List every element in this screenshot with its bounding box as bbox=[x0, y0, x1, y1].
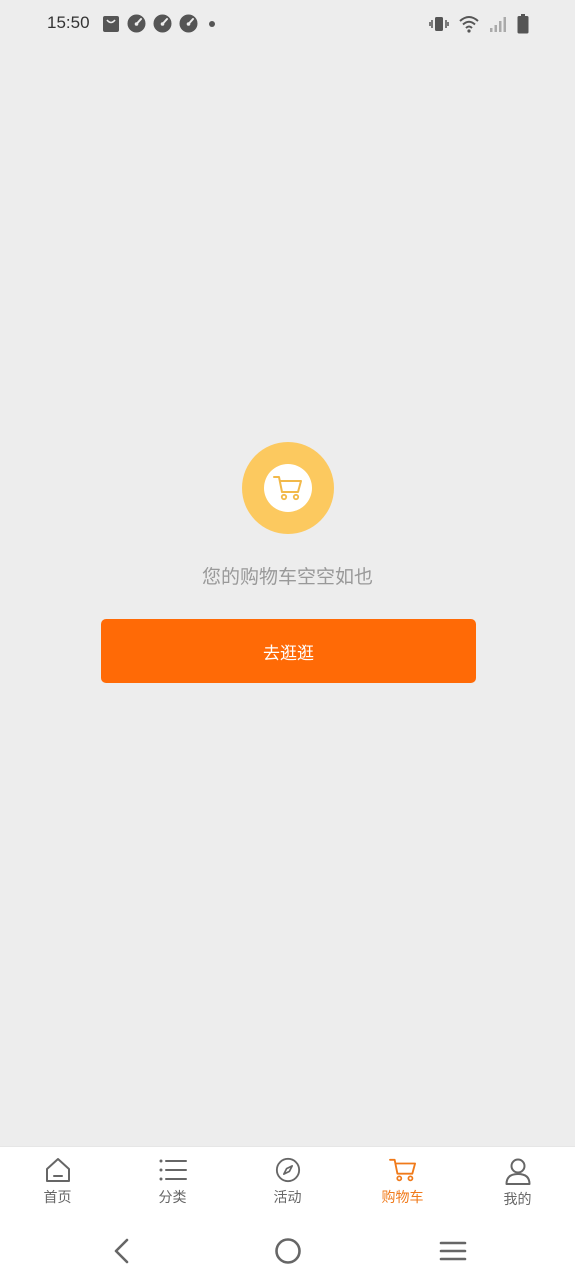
nav-menu-button[interactable] bbox=[436, 1234, 470, 1268]
shopping-bag-icon bbox=[103, 15, 119, 32]
tab-cart[interactable]: 购物车 bbox=[345, 1147, 460, 1221]
dot-icon bbox=[209, 20, 215, 27]
home-icon bbox=[45, 1158, 70, 1182]
status-system-icons bbox=[429, 14, 529, 34]
tab-activity[interactable]: 活动 bbox=[230, 1147, 345, 1221]
empty-cart-badge-inner bbox=[264, 464, 312, 512]
tab-label-cart: 购物车 bbox=[381, 1190, 424, 1206]
bottom-tab-bar: 首页 分类 活动 购物车 我的 bbox=[0, 1146, 575, 1221]
nav-home-button[interactable] bbox=[271, 1234, 305, 1268]
battery-icon bbox=[517, 14, 529, 34]
tab-label-category: 分类 bbox=[158, 1190, 187, 1206]
tab-label-mine: 我的 bbox=[503, 1192, 532, 1208]
speedometer-icon bbox=[127, 14, 146, 33]
tab-label-activity: 活动 bbox=[273, 1190, 302, 1206]
tab-home[interactable]: 首页 bbox=[0, 1147, 115, 1221]
nav-back-button[interactable] bbox=[105, 1234, 139, 1268]
speedometer-icon bbox=[179, 14, 198, 33]
list-icon bbox=[159, 1159, 187, 1181]
cart-icon bbox=[273, 476, 302, 501]
compass-icon bbox=[275, 1157, 300, 1183]
user-icon bbox=[505, 1158, 530, 1185]
cart-icon bbox=[388, 1158, 416, 1182]
status-bar: 15:50 bbox=[0, 0, 575, 48]
home-circle-icon bbox=[275, 1238, 301, 1264]
wifi-icon bbox=[459, 16, 479, 33]
go-shopping-button[interactable]: 去逛逛 bbox=[101, 619, 476, 683]
signal-icon bbox=[490, 17, 506, 32]
tab-mine[interactable]: 我的 bbox=[460, 1147, 575, 1221]
status-notification-icons bbox=[102, 14, 219, 33]
speedometer-icon bbox=[153, 14, 172, 33]
empty-cart-message: 您的购物车空空如也 bbox=[201, 566, 373, 588]
back-icon bbox=[114, 1238, 129, 1264]
status-time: 15:50 bbox=[47, 13, 90, 32]
empty-cart-badge bbox=[242, 442, 334, 534]
system-nav-bar bbox=[0, 1220, 575, 1280]
menu-icon bbox=[439, 1241, 467, 1261]
vibrate-icon bbox=[429, 17, 449, 31]
tab-category[interactable]: 分类 bbox=[115, 1147, 230, 1221]
tab-label-home: 首页 bbox=[43, 1190, 72, 1206]
